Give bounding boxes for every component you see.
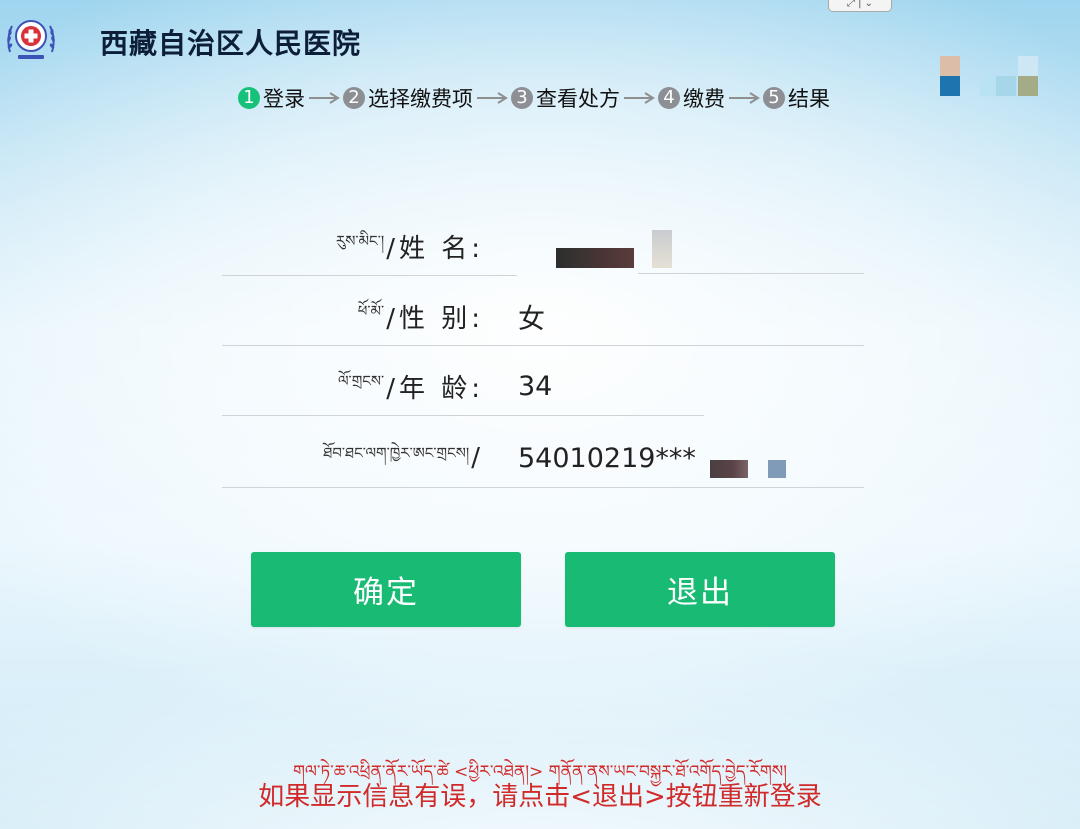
notice-chinese: 如果显示信息有误，请点击<退出>按钮重新登录 — [258, 782, 822, 812]
name-label: རུས་མིང་། /姓 名: — [336, 216, 484, 276]
age-label: ལོ་གྲངས་ /年 龄: — [338, 356, 484, 416]
gender-value: 女 — [518, 303, 545, 335]
exit-button[interactable]: 退出 — [565, 552, 835, 627]
step-1: 1 登录 — [238, 83, 305, 113]
gender-row: ཕོ་མོ་ /性 别: 女 — [222, 286, 864, 346]
arrow-right-icon — [309, 92, 340, 104]
arrow-right-icon — [477, 92, 508, 104]
gender-label: ཕོ་མོ་ /性 别: — [358, 286, 484, 346]
step-number: 3 — [511, 87, 533, 109]
step-number: 4 — [658, 87, 680, 109]
step-number: 2 — [343, 87, 365, 109]
name-label-tibetan: རུས་མིང་། — [335, 232, 385, 250]
step-label: 结果 — [788, 87, 830, 111]
divider — [638, 273, 864, 274]
confirm-button[interactable]: 确定 — [251, 552, 521, 627]
step-4: 4 缴费 — [658, 83, 725, 113]
redacted-name — [556, 248, 634, 268]
step-number: 1 — [238, 87, 260, 109]
id-label-chinese: / — [471, 443, 484, 473]
step-2: 2 选择缴费项 — [343, 83, 473, 113]
id-row: ཐོབ་ཐང་ལག་ཁྱེར་ཨང་གྲངས། / 54010219*** — [222, 428, 864, 488]
divider — [222, 415, 704, 416]
arrow-right-icon — [624, 92, 655, 104]
id-label-tibetan: ཐོབ་ཐང་ལག་ཁྱེར་ཨང་གྲངས། — [323, 444, 470, 462]
step-label: 查看处方 — [536, 87, 620, 111]
arrow-right-icon — [729, 92, 760, 104]
name-row: རུས་མིང་། /姓 名: — [222, 216, 864, 276]
name-label-chinese: /姓 名: — [386, 233, 484, 264]
gender-label-chinese: /性 别: — [386, 303, 484, 334]
id-label: ཐོབ་ཐང་ལག་ཁྱེར་ཨང་གྲངས། / — [323, 428, 484, 488]
gender-label-tibetan: ཕོ་མོ་ — [357, 302, 385, 320]
step-number: 5 — [763, 87, 785, 109]
redacted-name-part — [652, 230, 672, 268]
step-label: 缴费 — [683, 87, 725, 111]
hospital-emblem-icon — [7, 20, 55, 59]
step-5: 5 结果 — [763, 83, 830, 113]
redacted-id — [710, 460, 748, 478]
divider — [222, 345, 864, 346]
window-control[interactable]: ⤢ | ⌄ — [828, 0, 892, 12]
divider — [222, 487, 864, 488]
step-progress: 1 登录 2 选择缴费项 3 查看处方 4 缴费 5 结果 — [238, 84, 830, 112]
age-label-tibetan: ལོ་གྲངས་ — [337, 372, 385, 390]
step-label: 登录 — [263, 87, 305, 111]
obscured-area — [940, 56, 1040, 98]
divider — [222, 275, 517, 276]
age-value: 34 — [518, 370, 553, 402]
redacted-id-part — [768, 460, 786, 478]
hospital-name: 西藏自治区人民医院 — [100, 27, 362, 60]
step-label: 选择缴费项 — [368, 87, 473, 111]
step-3: 3 查看处方 — [511, 83, 620, 113]
id-value: 54010219*** — [518, 442, 696, 474]
age-row: ལོ་གྲངས་ /年 龄: 34 — [222, 356, 864, 416]
age-label-chinese: /年 龄: — [386, 373, 484, 404]
